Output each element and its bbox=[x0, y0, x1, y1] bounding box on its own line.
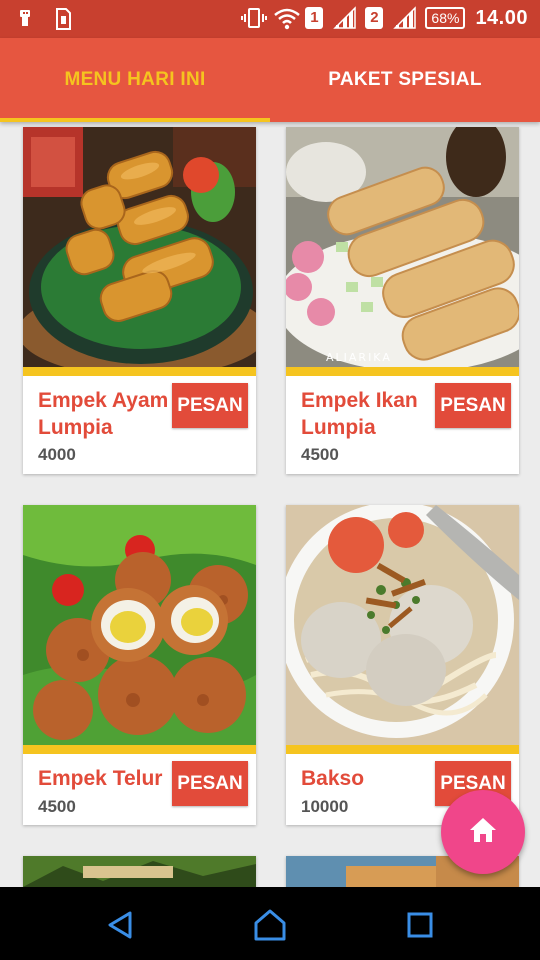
menu-item-name: Empek Ikan Lumpia bbox=[301, 389, 418, 439]
screen: 1 2 68% 14.00 MENU HARI INI PAKET SPESIA… bbox=[0, 0, 540, 960]
card-stripe bbox=[23, 745, 256, 754]
sim2-badge: 2 bbox=[365, 7, 384, 29]
menu-image-spring-rolls bbox=[23, 127, 256, 367]
tab-indicator bbox=[0, 118, 270, 122]
battery-icon: 68% bbox=[425, 7, 466, 29]
menu-item-name: Empek Ayam Lumpia bbox=[38, 389, 169, 439]
svg-text:ALIARIKA: ALIARIKA bbox=[326, 351, 392, 364]
back-icon[interactable] bbox=[100, 905, 140, 945]
menu-card[interactable]: ALIARIKA Empek Ikan Lumpia 4500 PESAN bbox=[286, 127, 519, 474]
tab-menu-hari-ini[interactable]: MENU HARI INI bbox=[0, 38, 270, 122]
menu-card[interactable]: Empek Telur 4500 PESAN bbox=[23, 505, 256, 825]
menu-image-quail-egg-fritters bbox=[23, 505, 256, 745]
card-stripe bbox=[286, 367, 519, 376]
menu-card[interactable]: Empek Ayam Lumpia 4000 PESAN bbox=[23, 127, 256, 474]
home-icon bbox=[468, 816, 498, 849]
menu-image-fried-fish-cakes: ALIARIKA bbox=[286, 127, 519, 367]
pesan-button[interactable]: PESAN bbox=[435, 383, 511, 428]
pesan-button[interactable]: PESAN bbox=[172, 383, 248, 428]
menu-item-price: 4500 bbox=[38, 797, 76, 816]
menu-item-price: 10000 bbox=[301, 797, 349, 816]
status-bar: 1 2 68% 14.00 bbox=[0, 0, 540, 38]
home-nav-icon[interactable] bbox=[250, 905, 290, 945]
system-nav-bar bbox=[0, 887, 540, 960]
menu-item-price: 4000 bbox=[38, 445, 76, 464]
menu-image-meatball-soup bbox=[286, 505, 519, 745]
card-stripe bbox=[286, 745, 519, 754]
status-time: 14.00 bbox=[475, 6, 528, 29]
sim1-badge: 1 bbox=[305, 7, 324, 29]
home-fab-button[interactable] bbox=[441, 790, 525, 874]
tab-paket-spesial[interactable]: PAKET SPESIAL bbox=[270, 38, 540, 122]
menu-item-name: Empek Telur bbox=[38, 767, 163, 790]
sim-card-icon bbox=[52, 7, 74, 31]
signal-icon bbox=[393, 6, 417, 30]
wifi-icon bbox=[273, 6, 301, 30]
recents-icon[interactable] bbox=[400, 905, 440, 945]
usb-icon bbox=[14, 7, 36, 31]
battery-level: 68% bbox=[431, 10, 460, 26]
menu-item-price: 4500 bbox=[301, 445, 339, 464]
pesan-button[interactable]: PESAN bbox=[172, 761, 248, 806]
card-stripe bbox=[23, 367, 256, 376]
menu-item-name: Bakso bbox=[301, 767, 365, 790]
vibrate-icon bbox=[241, 6, 268, 30]
menu-card[interactable]: Bakso 10000 PESAN bbox=[286, 505, 519, 825]
tab-bar: MENU HARI INI PAKET SPESIAL bbox=[0, 38, 540, 122]
signal-icon bbox=[333, 6, 357, 30]
menu-image-partial bbox=[23, 856, 256, 887]
